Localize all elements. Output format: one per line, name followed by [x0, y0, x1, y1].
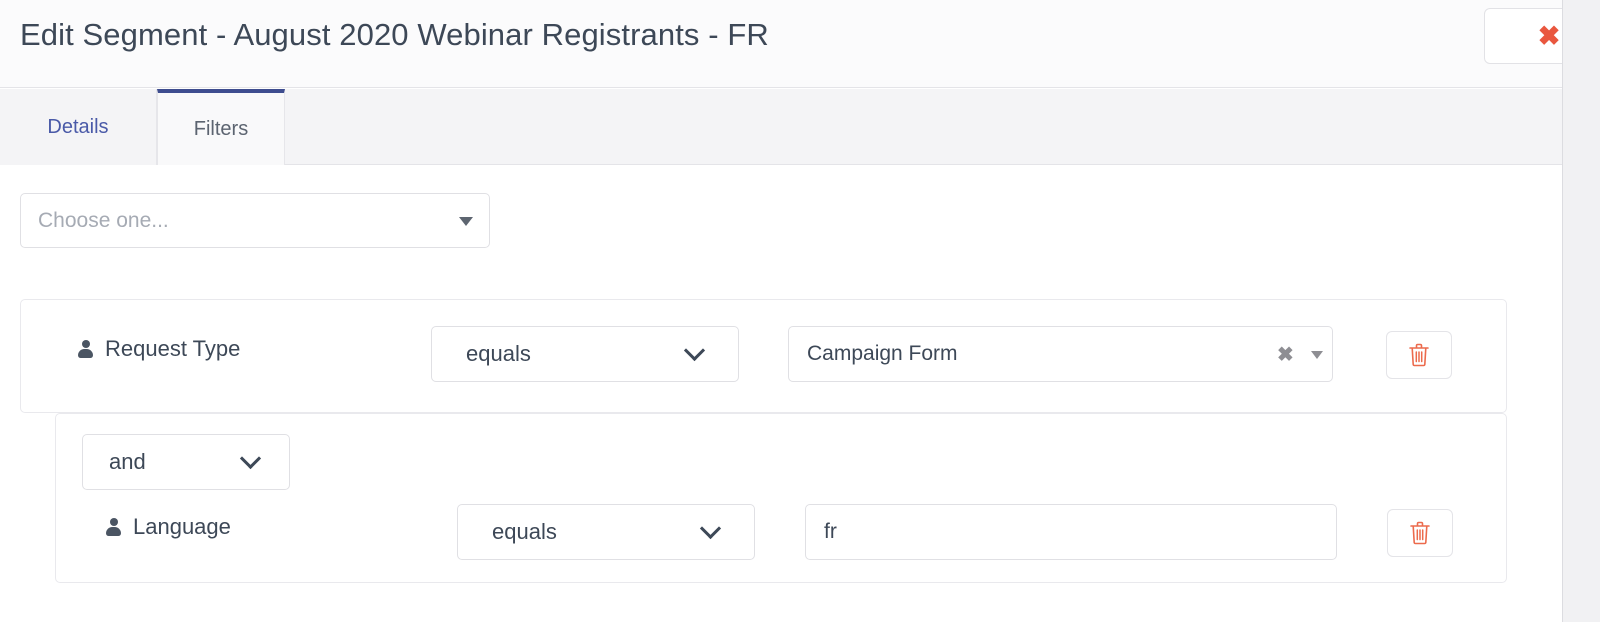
trash-icon	[1409, 343, 1429, 367]
person-icon	[78, 339, 93, 359]
chevron-down-icon	[699, 517, 722, 540]
modal-body: Choose one... Request Type equals Campai…	[0, 165, 1562, 622]
filter-field-label-language: Language	[106, 514, 231, 540]
value-combobox-request-type[interactable]: Campaign Form ✖	[788, 326, 1333, 382]
chevron-down-icon	[459, 217, 473, 226]
trash-icon	[1410, 521, 1430, 545]
edit-segment-modal: Edit Segment - August 2020 Webinar Regis…	[0, 0, 1563, 622]
field-picker-placeholder: Choose one...	[38, 209, 169, 232]
tab-filters[interactable]: Filters	[157, 89, 285, 165]
connector-select[interactable]: and	[82, 434, 290, 490]
tab-filters-label: Filters	[193, 117, 249, 140]
operator-select-language[interactable]: equals	[457, 504, 755, 560]
value-text: Campaign Form	[807, 342, 958, 365]
filter-card-primary: Request Type equals Campaign Form ✖	[20, 299, 1507, 413]
tab-details-label: Details	[47, 115, 109, 138]
chevron-down-icon	[239, 447, 262, 470]
person-icon	[106, 517, 121, 537]
operator-value: equals	[492, 519, 557, 544]
delete-filter-button-request-type[interactable]	[1386, 331, 1452, 379]
operator-select-request-type[interactable]: equals	[431, 326, 739, 382]
operator-value: equals	[466, 341, 531, 366]
tab-details[interactable]: Details	[0, 89, 157, 165]
filter-field-text: Language	[133, 514, 231, 539]
tab-strip: Details Filters	[0, 89, 1562, 165]
page-title: Edit Segment - August 2020 Webinar Regis…	[20, 17, 769, 52]
close-button[interactable]: ✖	[1484, 8, 1562, 64]
value-text: fr	[824, 520, 837, 543]
filter-card-nested: and Language equals fr	[55, 413, 1507, 583]
close-icon: ✖	[1537, 20, 1561, 51]
clear-icon[interactable]: ✖	[1277, 345, 1294, 365]
filter-field-text: Request Type	[105, 336, 241, 361]
chevron-down-icon[interactable]	[1311, 351, 1323, 359]
chevron-down-icon	[683, 339, 706, 362]
filter-field-label-request-type: Request Type	[78, 336, 240, 362]
delete-filter-button-language[interactable]	[1387, 509, 1453, 557]
field-picker-select[interactable]: Choose one...	[20, 193, 490, 248]
value-input-language[interactable]: fr	[805, 504, 1337, 560]
modal-header: Edit Segment - August 2020 Webinar Regis…	[0, 0, 1562, 88]
connector-value: and	[109, 449, 146, 474]
